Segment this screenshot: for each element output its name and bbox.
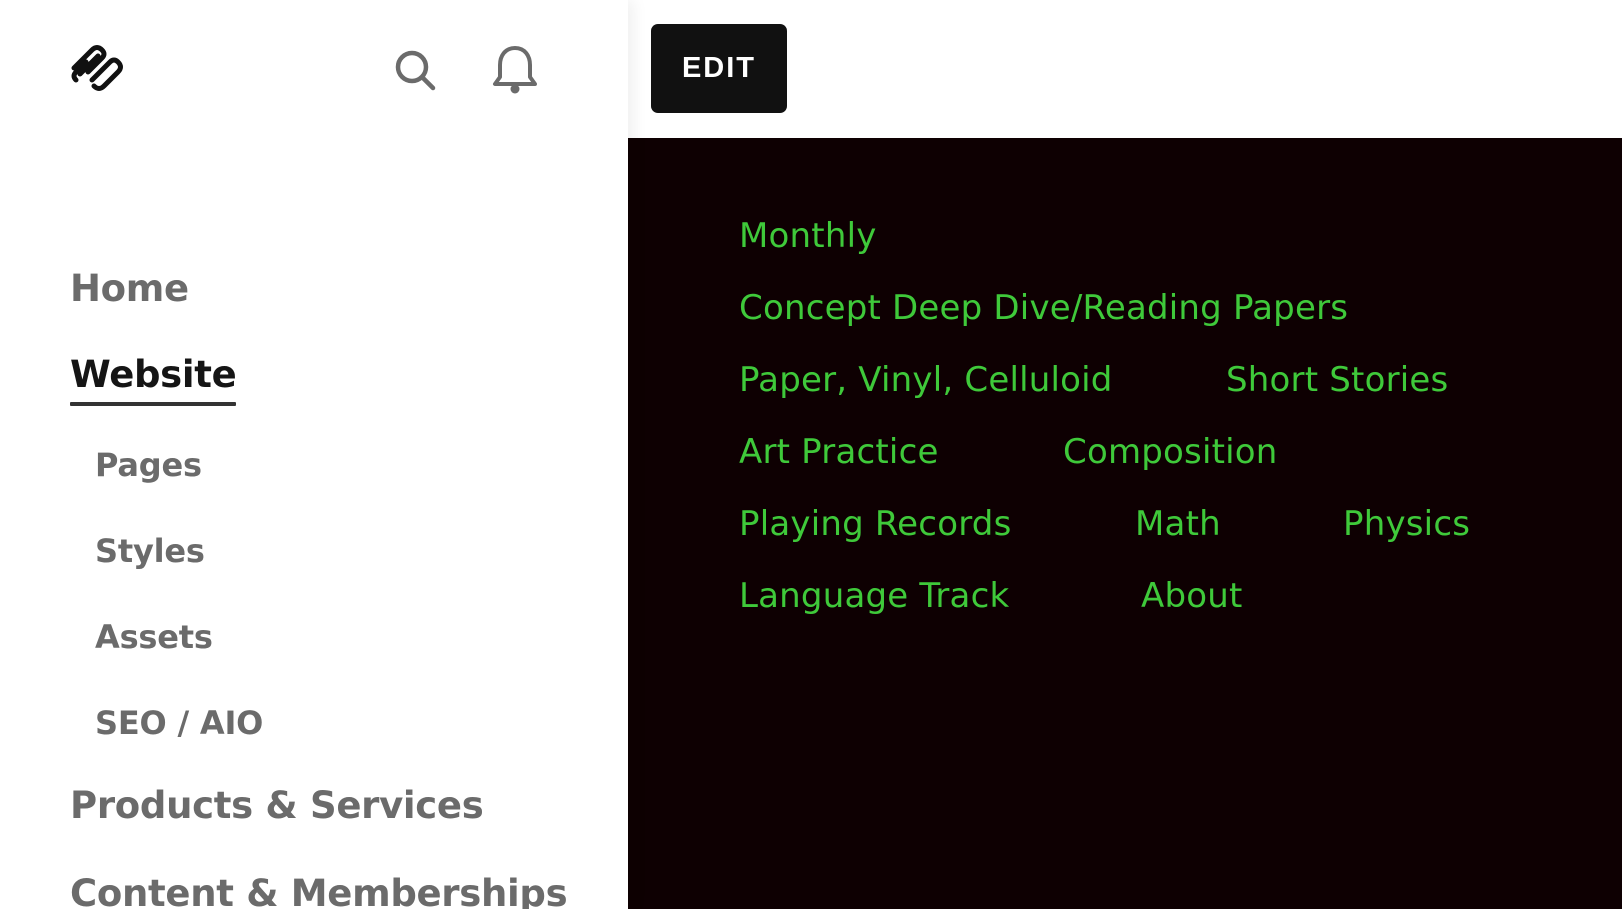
site-link-monthly[interactable]: Monthly bbox=[739, 216, 877, 256]
site-link-language-track[interactable]: Language Track bbox=[739, 576, 1009, 616]
sidebar-item-products-services[interactable]: Products & Services bbox=[70, 784, 484, 827]
edit-button[interactable]: EDIT bbox=[651, 24, 787, 113]
sidebar-item-website[interactable]: Website bbox=[70, 353, 237, 406]
sidebar-item-content-memberships[interactable]: Content & Memberships bbox=[70, 872, 568, 909]
sidebar-item-home[interactable]: Home bbox=[70, 267, 189, 310]
bell-icon[interactable] bbox=[491, 44, 539, 96]
sidebar-subitem-styles[interactable]: Styles bbox=[95, 532, 205, 570]
sidebar: Home Website Pages Styles Assets SEO / A… bbox=[0, 0, 628, 909]
site-preview: EDIT Monthly Concept Deep Dive/Reading P… bbox=[628, 0, 1622, 909]
site-link-math[interactable]: Math bbox=[1135, 504, 1221, 544]
site-link-composition[interactable]: Composition bbox=[1063, 432, 1278, 472]
sidebar-subitem-assets[interactable]: Assets bbox=[95, 618, 213, 656]
site-link-playing-records[interactable]: Playing Records bbox=[739, 504, 1011, 544]
site-link-physics[interactable]: Physics bbox=[1343, 504, 1470, 544]
site-link-paper-vinyl-celluloid[interactable]: Paper, Vinyl, Celluloid bbox=[739, 360, 1113, 400]
site-link-about[interactable]: About bbox=[1141, 576, 1243, 616]
squarespace-logo-icon[interactable] bbox=[68, 44, 128, 92]
app-window: Home Website Pages Styles Assets SEO / A… bbox=[0, 0, 1622, 909]
sidebar-subitem-pages[interactable]: Pages bbox=[95, 446, 202, 484]
site-link-short-stories[interactable]: Short Stories bbox=[1226, 360, 1448, 400]
site-link-art-practice[interactable]: Art Practice bbox=[739, 432, 939, 472]
search-icon[interactable] bbox=[391, 44, 439, 96]
site-link-concept-deep-dive[interactable]: Concept Deep Dive/Reading Papers bbox=[739, 288, 1348, 328]
site-page-canvas: Monthly Concept Deep Dive/Reading Papers… bbox=[628, 138, 1622, 909]
sidebar-subitem-seo[interactable]: SEO / AIO bbox=[95, 704, 263, 742]
